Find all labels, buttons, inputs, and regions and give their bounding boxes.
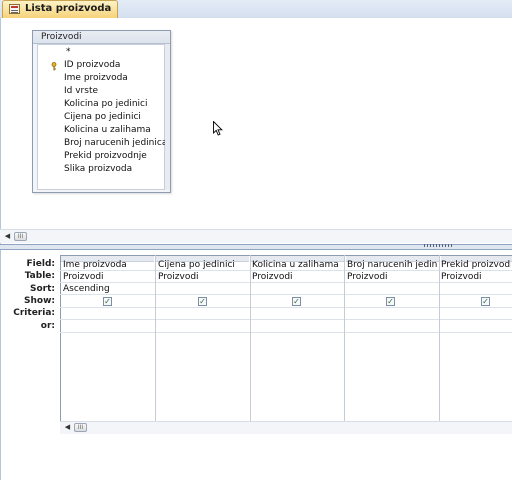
field-cijena-po-jedinici[interactable]: Cijena po jedinici xyxy=(64,111,141,123)
query-icon xyxy=(9,4,20,14)
grid-row-line xyxy=(60,332,512,333)
grid-row-line xyxy=(60,319,512,320)
field-id-proizvoda[interactable]: ID proizvoda xyxy=(64,59,120,71)
table-box-scrollbar[interactable] xyxy=(165,44,170,190)
field-all[interactable]: * xyxy=(66,46,71,58)
scroll-thumb[interactable]: III xyxy=(14,232,27,241)
show-checkbox[interactable]: ✓ xyxy=(292,297,301,306)
tab-lista-proizvoda[interactable]: Lista proizvoda xyxy=(2,0,118,18)
field-broj-narucenih-jedinica[interactable]: Broj narucenih jedinica xyxy=(64,137,167,149)
scroll-left-icon[interactable]: ◀ xyxy=(3,231,12,242)
grid-row-line xyxy=(60,307,512,308)
table-field-list[interactable]: * ID proizvoda Ime proizvoda Id vrste Ko… xyxy=(37,44,167,190)
grid-horizontal-scrollbar[interactable]: ◀ III xyxy=(60,421,512,434)
grid-column-line xyxy=(439,255,440,421)
key-icon xyxy=(51,62,57,71)
mouse-cursor-icon xyxy=(213,121,223,136)
show-checkbox[interactable]: ✓ xyxy=(386,297,395,306)
field-ime-proizvoda[interactable]: Ime proizvoda xyxy=(64,72,128,84)
show-checkbox[interactable]: ✓ xyxy=(198,297,207,306)
grid-column-line xyxy=(155,255,156,421)
scroll-thumb[interactable]: III xyxy=(74,423,87,432)
row-label-show: Show: xyxy=(24,296,55,306)
grid-field-cell[interactable]: Cijena po jedinici xyxy=(158,259,248,271)
grid-field-cell[interactable]: Broj narucenih jedinica xyxy=(347,259,437,271)
grid-sort-cell[interactable]: Ascending xyxy=(63,283,153,295)
table-box-title[interactable]: Proizvodi xyxy=(33,31,170,44)
row-label-or: or: xyxy=(40,321,55,331)
tab-label: Lista proizvoda xyxy=(25,3,112,14)
grid-field-cell[interactable]: Kolicina u zalihama xyxy=(252,259,342,271)
row-label-sort: Sort: xyxy=(29,284,55,294)
splitter-grip-icon[interactable] xyxy=(424,244,454,247)
field-slika-proizvoda[interactable]: Slika proizvoda xyxy=(64,163,132,175)
scroll-left-icon[interactable]: ◀ xyxy=(63,422,72,433)
field-kolicina-u-zalihama[interactable]: Kolicina u zalihama xyxy=(64,124,151,136)
field-kolicina-po-jedinici[interactable]: Kolicina po jedinici xyxy=(64,98,147,110)
field-prekid-proizvodnje[interactable]: Prekid proizvodnje xyxy=(64,150,147,162)
grid-column-line xyxy=(344,255,345,421)
field-id-vrste[interactable]: Id vrste xyxy=(64,85,98,97)
grid-table-cell[interactable]: Proizvodi xyxy=(252,271,342,283)
upper-horizontal-scrollbar[interactable]: ◀ III xyxy=(0,229,512,243)
grid-table-cell[interactable]: Proizvodi xyxy=(347,271,437,283)
row-label-criteria: Criteria: xyxy=(13,308,55,318)
table-box-proizvodi[interactable]: Proizvodi * ID proizvoda Ime proizvoda I… xyxy=(32,30,171,193)
show-checkbox[interactable]: ✓ xyxy=(103,297,112,306)
grid-table-cell[interactable]: Proizvodi xyxy=(63,271,153,283)
show-checkbox[interactable]: ✓ xyxy=(481,297,490,306)
grid-column-line xyxy=(250,255,251,421)
grid-table-cell[interactable]: Proizvodi xyxy=(158,271,248,283)
grid-table-cell[interactable]: Proizvodi xyxy=(441,271,511,283)
row-label-field: Field: xyxy=(26,259,55,269)
grid-field-cell[interactable]: Ime proizvoda xyxy=(63,259,153,271)
grid-field-cell[interactable]: Prekid proizvodnje xyxy=(441,259,511,271)
row-label-table: Table: xyxy=(24,271,55,281)
